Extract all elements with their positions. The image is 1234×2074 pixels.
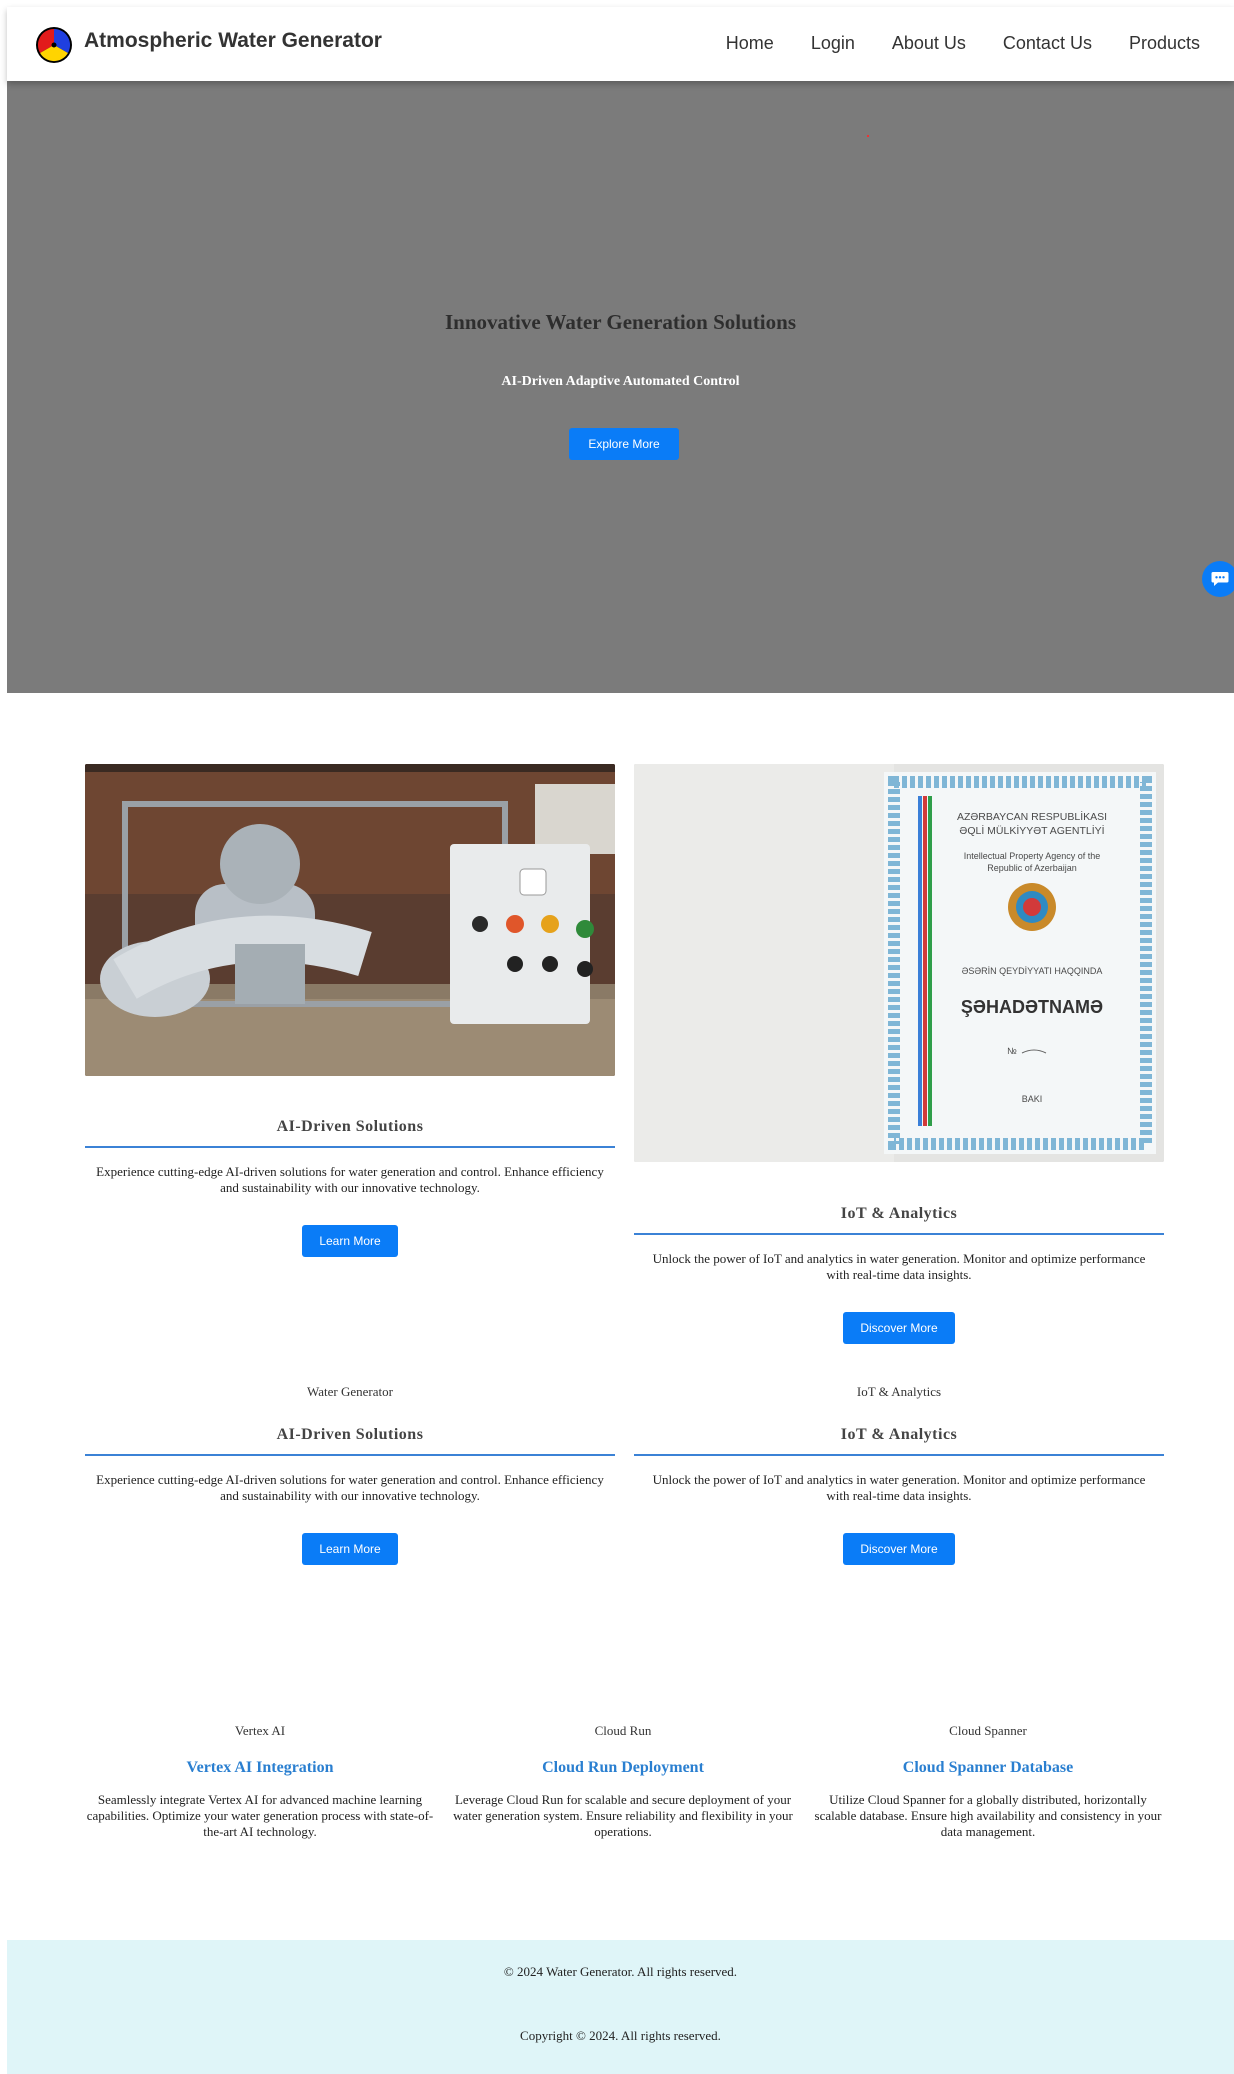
feature-cloud-run: Cloud Run Cloud Run Deployment Leverage … xyxy=(448,1723,798,1840)
cert-line-6: ŞƏHADƏTNAMƏ xyxy=(961,997,1103,1017)
card-text: Unlock the power of IoT and analytics in… xyxy=(652,1251,1146,1282)
iot-analytics-card-2: IoT & Analytics IoT & Analytics Unlock t… xyxy=(634,1384,1164,1565)
explore-more-button[interactable]: Explore More xyxy=(569,428,679,460)
footer: © 2024 Water Generator. All rights reser… xyxy=(7,1940,1234,2074)
cert-line-5: ƏSƏRİN QEYDİYYATI HAQQINDA xyxy=(962,966,1103,976)
card-divider xyxy=(634,1454,1164,1456)
card-title: IoT & Analytics xyxy=(840,1426,958,1443)
main-nav: Home Login About Us Contact Us Products xyxy=(726,33,1200,54)
broken-image-water-generator: Water Generator xyxy=(307,1384,393,1399)
learn-more-button[interactable]: Learn More xyxy=(302,1533,398,1565)
feature-vertex-ai: Vertex AI Vertex AI Integration Seamless… xyxy=(85,1723,435,1840)
card-divider xyxy=(634,1233,1164,1235)
cert-line-2: ƏQLİ MÜLKİYYƏT AGENTLİYİ xyxy=(959,824,1104,837)
card-title: AI-Driven Solutions xyxy=(276,1118,424,1135)
brand-logo[interactable] xyxy=(35,26,73,64)
feature-cloud-spanner: Cloud Spanner Cloud Spanner Database Uti… xyxy=(813,1723,1163,1840)
broken-image-vertex-ai: Vertex AI xyxy=(234,1723,286,1738)
cert-line-4: Republic of Azerbaijan xyxy=(987,863,1077,873)
discover-more-button[interactable]: Discover More xyxy=(843,1312,955,1344)
cert-line-7: № xyxy=(1007,1046,1017,1056)
iot-analytics-card: IoT & Analytics Unlock the power of IoT … xyxy=(634,1205,1164,1344)
nav-about-us[interactable]: About Us xyxy=(892,33,966,54)
cert-line-8: BAKI xyxy=(1022,1094,1043,1104)
broken-image-cloud-spanner: Cloud Spanner xyxy=(949,1723,1027,1738)
brand-name[interactable]: Atmospheric Water Generator xyxy=(84,29,382,53)
card-title: IoT & Analytics xyxy=(840,1205,958,1222)
hero-section: Innovative Water Generation Solutions AI… xyxy=(7,81,1234,693)
cert-line-3: Intellectual Property Agency of the xyxy=(964,851,1101,861)
ai-driven-card-2: Water Generator AI-Driven Solutions Expe… xyxy=(85,1384,615,1565)
card-text: Unlock the power of IoT and analytics in… xyxy=(652,1472,1146,1503)
ai-driven-card: AI-Driven Solutions Experience cutting-e… xyxy=(85,1118,615,1257)
card-text: Experience cutting-edge AI-driven soluti… xyxy=(96,1472,604,1503)
footer-copyright-1: © 2024 Water Generator. All rights reser… xyxy=(503,1964,738,1979)
nav-products[interactable]: Products xyxy=(1129,33,1200,54)
feature-title: Cloud Run Deployment xyxy=(542,1759,704,1776)
hero-dot xyxy=(867,135,869,137)
feature-title: Vertex AI Integration xyxy=(186,1759,334,1776)
water-generator-photo xyxy=(85,764,615,1076)
feature-text: Utilize Cloud Spanner for a globally dis… xyxy=(814,1792,1162,1839)
patent-certificate-photo: AZƏRBAYCAN RESPUBLİKASI ƏQLİ MÜLKİYYƏT A… xyxy=(634,764,1164,1162)
card-divider xyxy=(85,1454,615,1456)
nav-login[interactable]: Login xyxy=(811,33,855,54)
chat-icon xyxy=(1211,572,1229,586)
discover-more-button[interactable]: Discover More xyxy=(843,1533,955,1565)
feature-title: Cloud Spanner Database xyxy=(902,1759,1074,1776)
nav-home[interactable]: Home xyxy=(726,33,774,54)
card-title: AI-Driven Solutions xyxy=(276,1426,424,1443)
navbar: Atmospheric Water Generator Home Login A… xyxy=(7,7,1234,81)
broken-image-cloud-run: Cloud Run xyxy=(594,1723,652,1738)
nav-contact-us[interactable]: Contact Us xyxy=(1003,33,1092,54)
cert-line-1: AZƏRBAYCAN RESPUBLİKASI xyxy=(957,810,1107,823)
hero-subtitle: AI-Driven Adaptive Automated Control xyxy=(501,374,740,389)
feature-text: Leverage Cloud Run for scalable and secu… xyxy=(453,1792,793,1839)
footer-copyright-2: Copyright © 2024. All rights reserved. xyxy=(520,2028,721,2043)
card-text: Experience cutting-edge AI-driven soluti… xyxy=(96,1164,604,1195)
broken-image-iot-analytics: IoT & Analytics xyxy=(856,1384,942,1399)
card-divider xyxy=(85,1146,615,1148)
hero-title: Innovative Water Generation Solutions xyxy=(444,310,796,334)
chat-widget-button[interactable] xyxy=(1202,561,1234,597)
feature-text: Seamlessly integrate Vertex AI for advan… xyxy=(86,1792,434,1839)
learn-more-button[interactable]: Learn More xyxy=(302,1225,398,1257)
